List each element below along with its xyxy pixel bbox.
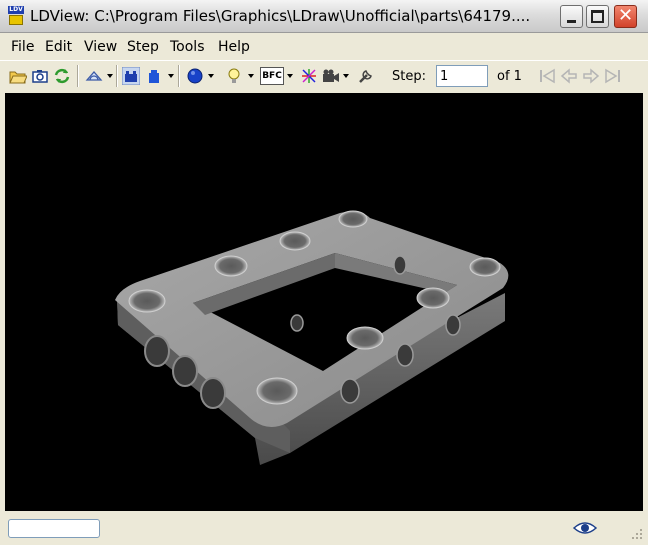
status-bar	[0, 513, 648, 545]
technic-frame-render	[115, 210, 509, 465]
prev-step-icon[interactable]	[560, 67, 578, 85]
menu-help[interactable]: Help	[218, 39, 250, 55]
close-button[interactable]: ✕	[614, 5, 637, 28]
toolbar-separator	[178, 65, 180, 87]
bfc-icon[interactable]: BFC	[260, 67, 284, 85]
open-folder-icon[interactable]	[9, 67, 27, 85]
camera-dropdown-icon[interactable]	[343, 74, 349, 78]
resize-grip-icon[interactable]	[630, 527, 644, 541]
next-step-icon[interactable]	[582, 67, 600, 85]
toolbar-separator	[77, 65, 79, 87]
screenshot-camera-icon[interactable]	[31, 67, 49, 85]
maximize-button[interactable]	[586, 5, 609, 28]
last-step-icon[interactable]	[604, 67, 622, 85]
minimize-button[interactable]	[560, 5, 583, 28]
menu-step[interactable]: Step	[127, 39, 159, 55]
step-total-label: of 1	[497, 69, 522, 84]
window-title: LDView: C:\Program Files\Graphics\LDraw\…	[30, 7, 531, 25]
status-field	[8, 519, 100, 538]
toolbar: BFC Step: of 1	[0, 60, 648, 92]
first-step-icon[interactable]	[538, 67, 556, 85]
step-input[interactable]	[436, 65, 488, 87]
toolbar-separator	[116, 65, 118, 87]
menu-file[interactable]: File	[11, 39, 34, 55]
eye-icon[interactable]	[573, 520, 597, 536]
wrench-icon[interactable]	[357, 67, 375, 85]
menu-view[interactable]: View	[84, 39, 117, 55]
ldview-app-icon[interactable]: LDV	[7, 6, 25, 26]
axes-star-icon[interactable]	[300, 67, 318, 85]
view-angle-icon[interactable]	[85, 67, 103, 85]
menu-bar: File Edit View Step Tools Help	[0, 34, 648, 60]
minimize-icon	[567, 20, 576, 23]
title-bar: LDV LDView: C:\Program Files\Graphics\LD…	[0, 0, 648, 33]
close-icon: ✕	[617, 5, 634, 26]
brick-studs-icon[interactable]	[122, 67, 140, 85]
step-label: Step:	[392, 69, 426, 84]
camera-icon[interactable]	[322, 67, 340, 85]
reload-icon[interactable]	[53, 67, 71, 85]
brick-color-dropdown-icon[interactable]	[168, 74, 174, 78]
app-icon-label: LDV	[8, 6, 24, 14]
menu-edit[interactable]: Edit	[45, 39, 72, 55]
brick-color-icon[interactable]	[145, 67, 163, 85]
lightbulb-icon[interactable]	[225, 67, 243, 85]
maximize-icon	[591, 10, 604, 23]
view-angle-dropdown-icon[interactable]	[107, 74, 113, 78]
lighting-dropdown-icon[interactable]	[248, 74, 254, 78]
fill-sphere-icon[interactable]	[186, 67, 204, 85]
fill-dropdown-icon[interactable]	[208, 74, 214, 78]
menu-tools[interactable]: Tools	[170, 39, 205, 55]
bfc-dropdown-icon[interactable]	[287, 74, 293, 78]
app-icon-brick	[9, 15, 23, 25]
model-viewport[interactable]	[5, 93, 643, 511]
